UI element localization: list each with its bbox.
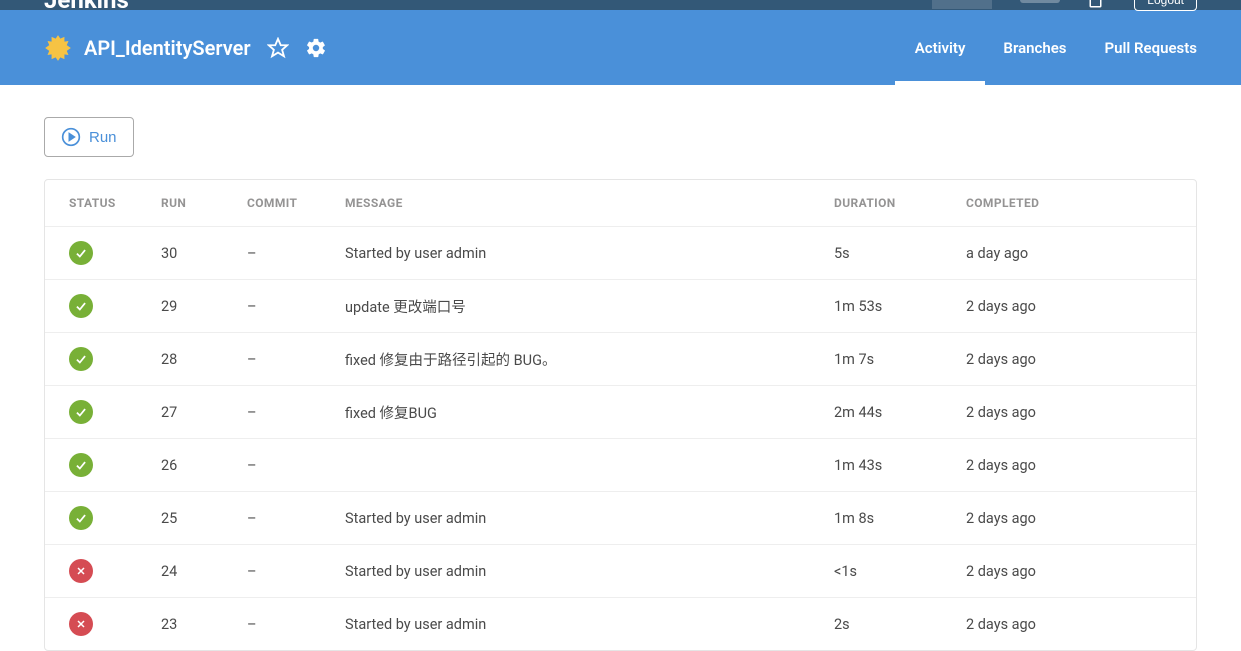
col-completed: COMPLETED <box>966 196 1136 210</box>
table-row[interactable]: 27–fixed 修复BUG2m 44s2 days ago <box>45 385 1196 438</box>
table-row[interactable]: 29–update 更改端口号1m 53s2 days ago <box>45 279 1196 332</box>
run-number: 24 <box>161 563 247 580</box>
completed: a day ago <box>966 245 1136 262</box>
table-row[interactable]: 25–Started by user admin1m 8s2 days ago <box>45 491 1196 544</box>
completed: 2 days ago <box>966 510 1136 527</box>
project-header-left: API_IdentityServer <box>44 34 327 62</box>
jenkins-logo[interactable]: Jenkins <box>44 0 129 14</box>
completed: 2 days ago <box>966 404 1136 421</box>
commit: – <box>247 510 345 527</box>
check-icon <box>69 453 93 477</box>
run-number: 28 <box>161 351 247 368</box>
run-number: 27 <box>161 404 247 421</box>
commit: – <box>247 616 345 633</box>
x-icon <box>69 612 93 636</box>
run-number: 30 <box>161 245 247 262</box>
check-icon <box>69 347 93 371</box>
runs-table: STATUS RUN COMMIT MESSAGE DURATION COMPL… <box>44 179 1197 651</box>
message: fixed 修复由于路径引起的 BUG。 <box>345 349 834 370</box>
star-icon[interactable] <box>267 37 289 59</box>
table-row[interactable]: 30–Started by user admin5sa day ago <box>45 226 1196 279</box>
duration: 1m 8s <box>834 510 966 527</box>
col-commit: COMMIT <box>247 196 345 210</box>
commit: – <box>247 563 345 580</box>
commit: – <box>247 457 345 474</box>
message: update 更改端口号 <box>345 296 834 317</box>
tab-activity[interactable]: Activity <box>915 10 966 85</box>
duration: 2s <box>834 616 966 633</box>
duration: 2m 44s <box>834 404 966 421</box>
table-row[interactable]: 24–Started by user admin<1s2 days ago <box>45 544 1196 597</box>
run-number: 26 <box>161 457 247 474</box>
table-row[interactable]: 26– 1m 43s2 days ago <box>45 438 1196 491</box>
completed: 2 days ago <box>966 616 1136 633</box>
check-icon <box>69 294 93 318</box>
completed: 2 days ago <box>966 457 1136 474</box>
table-row[interactable]: 28–fixed 修复由于路径引起的 BUG。1m 7s2 days ago <box>45 332 1196 385</box>
play-circle-icon <box>61 127 81 147</box>
admin-link[interactable] <box>1020 0 1060 3</box>
table-row[interactable]: 23–Started by user admin2s2 days ago <box>45 597 1196 650</box>
completed: 2 days ago <box>966 298 1136 315</box>
tabs: Activity Branches Pull Requests <box>915 10 1197 85</box>
check-icon <box>69 241 93 265</box>
gear-icon[interactable] <box>305 37 327 59</box>
run-button-label: Run <box>89 129 117 146</box>
content: Run STATUS RUN COMMIT MESSAGE DURATION C… <box>0 85 1241 651</box>
message: Started by user admin <box>345 510 834 527</box>
exit-icon[interactable] <box>1088 0 1106 9</box>
message: fixed 修复BUG <box>345 402 834 423</box>
run-number: 23 <box>161 616 247 633</box>
col-status: STATUS <box>69 196 161 210</box>
run-number: 25 <box>161 510 247 527</box>
duration: <1s <box>834 563 966 580</box>
sun-icon <box>44 34 72 62</box>
run-number: 29 <box>161 298 247 315</box>
message: Started by user admin <box>345 563 834 580</box>
header-top: Jenkins Logout <box>0 0 1241 10</box>
duration: 5s <box>834 245 966 262</box>
tab-pull-requests[interactable]: Pull Requests <box>1105 10 1198 85</box>
commit: – <box>247 351 345 368</box>
duration: 1m 53s <box>834 298 966 315</box>
tab-branches[interactable]: Branches <box>1003 10 1066 85</box>
check-icon <box>69 400 93 424</box>
commit: – <box>247 298 345 315</box>
run-button[interactable]: Run <box>44 117 134 157</box>
header-sub: API_IdentityServer Activity Branches Pul… <box>0 10 1241 85</box>
message: Started by user admin <box>345 616 834 633</box>
commit: – <box>247 245 345 262</box>
completed: 2 days ago <box>966 351 1136 368</box>
duration: 1m 7s <box>834 351 966 368</box>
col-run: RUN <box>161 196 247 210</box>
completed: 2 days ago <box>966 563 1136 580</box>
duration: 1m 43s <box>834 457 966 474</box>
message: Started by user admin <box>345 245 834 262</box>
col-duration: DURATION <box>834 196 966 210</box>
x-icon <box>69 559 93 583</box>
table-header: STATUS RUN COMMIT MESSAGE DURATION COMPL… <box>45 180 1196 226</box>
project-title: API_IdentityServer <box>84 36 251 60</box>
check-icon <box>69 506 93 530</box>
pipelines-link[interactable] <box>932 0 992 9</box>
commit: – <box>247 404 345 421</box>
col-message: MESSAGE <box>345 196 834 210</box>
